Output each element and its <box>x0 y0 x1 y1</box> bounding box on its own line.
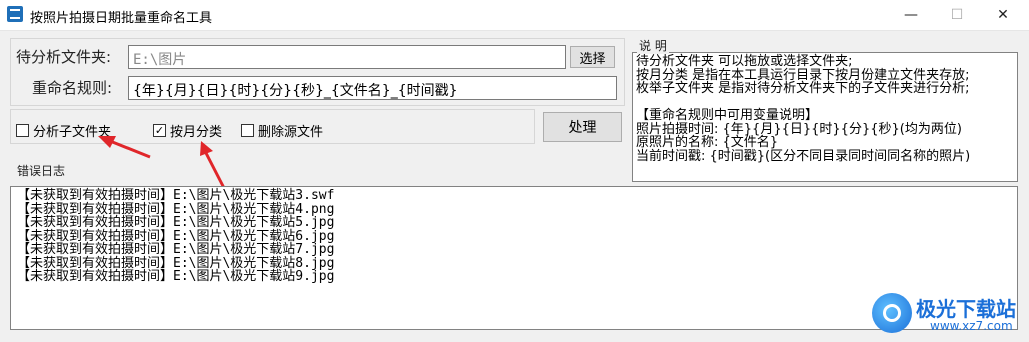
watermark-url: www.xz7.com <box>930 319 1013 333</box>
delete-source-checkbox[interactable]: 删除源文件 <box>241 121 323 140</box>
app-icon <box>7 6 23 22</box>
arrow-to-month-option <box>200 141 227 191</box>
log-line: 【未获取到有效拍摄时间】E:\图片\极光下载站3.swf <box>17 188 335 203</box>
watermark-name: 极光下载站 <box>916 297 1016 321</box>
note-line: 原照片的名称: {文件名} <box>636 135 779 150</box>
analyze-subfolders-checkbox[interactable]: 分析子文件夹 <box>16 121 111 140</box>
title-bar: 按照片拍摄日期批量重命名工具 — ☐ ✕ <box>0 0 1029 31</box>
log-line: 【未获取到有效拍摄时间】E:\图片\极光下载站8.jpg <box>17 255 335 271</box>
error-log-label: 错误日志 <box>17 164 66 178</box>
note-line: 【重命名规则中可用变量说明】 <box>636 108 819 123</box>
folder-label: 待分析文件夹: <box>16 48 112 66</box>
log-line: 【未获取到有效拍摄时间】E:\图片\极光下载站6.jpg <box>17 228 335 244</box>
watermark-logo-icon <box>872 293 912 333</box>
log-line: 【未获取到有效拍摄时间】E:\图片\极光下载站4.png <box>17 201 335 217</box>
notes-textbox[interactable]: 待分析文件夹 可以拖放或选择文件夹; 按月分类 是指在本工具运行目录下按月份建立… <box>632 52 1018 182</box>
checkbox-box[interactable]: ✓ <box>153 124 166 137</box>
checkbox-label: 删除源文件 <box>258 125 324 140</box>
note-line: 按月分类 是指在本工具运行目录下按月份建立文件夹存放; <box>636 67 970 83</box>
notes-title: 说 明 <box>637 37 669 54</box>
window-title: 按照片拍摄日期批量重命名工具 <box>30 11 213 26</box>
note-line: 照片拍摄时间: {年}{月}{日}{时}{分}{秒}(均为两位) <box>636 121 962 137</box>
folder-input[interactable]: E:\图片 <box>128 45 566 69</box>
sort-by-month-checkbox[interactable]: ✓ 按月分类 <box>153 121 222 140</box>
error-log-textbox[interactable]: 【未获取到有效拍摄时间】E:\图片\极光下载站3.swf 【未获取到有效拍摄时间… <box>10 186 1018 330</box>
note-line: 枚举子文件夹 是指对待分析文件夹下的子文件夹进行分析; <box>636 81 970 96</box>
note-line: 待分析文件夹 可以拖放或选择文件夹; <box>636 54 853 69</box>
select-folder-button[interactable]: 选择 <box>570 46 615 68</box>
note-line: 当前时间戳: {时间戳}(区分不同目录同时间同名称的照片) <box>636 148 971 164</box>
log-line: 【未获取到有效拍摄时间】E:\图片\极光下载站5.jpg <box>17 215 335 230</box>
rule-label: 重命名规则: <box>32 79 113 97</box>
process-button[interactable]: 处理 <box>543 112 622 142</box>
watermark: 极光下载站 www.xz7.com <box>872 289 1022 339</box>
maximize-button[interactable]: ☐ <box>934 0 980 30</box>
checkbox-label: 分析子文件夹 <box>33 125 112 140</box>
log-line: 【未获取到有效拍摄时间】E:\图片\极光下载站9.jpg <box>17 269 335 284</box>
checkbox-box[interactable] <box>241 124 254 137</box>
checkbox-box[interactable] <box>16 124 29 137</box>
close-button[interactable]: ✕ <box>980 0 1026 30</box>
checkbox-label: 按月分类 <box>170 125 223 140</box>
minimize-button[interactable]: — <box>888 0 934 30</box>
note-line <box>636 96 1014 110</box>
rule-input[interactable]: {年}{月}{日}{时}{分}{秒}_{文件名}_{时间戳} <box>128 76 617 100</box>
log-line: 【未获取到有效拍摄时间】E:\图片\极光下载站7.jpg <box>17 242 335 257</box>
